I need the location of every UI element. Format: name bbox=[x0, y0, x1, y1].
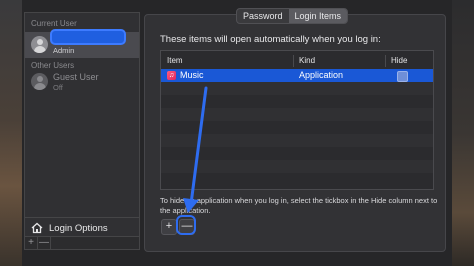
login-options-item[interactable]: Login Options bbox=[25, 217, 139, 238]
guest-avatar-icon bbox=[31, 73, 48, 90]
row-item-name: Music bbox=[180, 70, 204, 80]
column-header-item[interactable]: Item bbox=[167, 56, 183, 65]
login-items-intro: These items will open automatically when… bbox=[160, 34, 381, 45]
table-row-empty bbox=[161, 82, 433, 95]
table-row-empty bbox=[161, 160, 433, 173]
table-header: Item Kind Hide bbox=[161, 55, 433, 67]
login-options-label: Login Options bbox=[49, 223, 108, 234]
login-items-table[interactable]: Item Kind Hide ♫ Music Application bbox=[160, 50, 434, 190]
hide-checkbox[interactable] bbox=[397, 71, 408, 82]
sidebar-item-guest-user[interactable]: Guest User Off bbox=[25, 69, 139, 95]
table-row-empty bbox=[161, 121, 433, 134]
table-row-empty bbox=[161, 173, 433, 186]
redacted-user-name bbox=[50, 29, 126, 45]
table-row-empty bbox=[161, 147, 433, 160]
remove-user-button[interactable]: — bbox=[38, 237, 51, 249]
guest-user-status: Off bbox=[53, 83, 63, 92]
house-icon bbox=[31, 222, 43, 234]
user-avatar-icon bbox=[31, 36, 48, 53]
table-row[interactable]: ♫ Music Application bbox=[161, 69, 433, 82]
sidebar-toolbar: + — bbox=[24, 236, 140, 250]
add-login-item-button[interactable]: + bbox=[161, 219, 177, 235]
tab-bar: Password Login Items bbox=[236, 8, 349, 24]
current-user-heading: Current User bbox=[31, 19, 77, 28]
music-app-icon: ♫ bbox=[167, 71, 176, 80]
table-row-empty bbox=[161, 95, 433, 108]
row-item-kind: Application bbox=[299, 70, 344, 80]
hide-help-text: To hide an application when you log in, … bbox=[160, 196, 438, 215]
tab-login-items[interactable]: Login Items bbox=[288, 9, 348, 23]
table-row-empty bbox=[161, 134, 433, 147]
remove-button-highlight bbox=[176, 215, 196, 235]
table-row-empty bbox=[161, 108, 433, 121]
tab-password[interactable]: Password bbox=[237, 9, 289, 23]
guest-user-name: Guest User bbox=[53, 72, 99, 82]
column-header-kind[interactable]: Kind bbox=[299, 56, 315, 65]
users-sidebar: Current User Admin Other Users Guest Use… bbox=[24, 12, 140, 250]
current-user-role: Admin bbox=[53, 46, 75, 55]
add-user-button[interactable]: + bbox=[25, 237, 38, 249]
column-header-hide[interactable]: Hide bbox=[391, 56, 407, 65]
